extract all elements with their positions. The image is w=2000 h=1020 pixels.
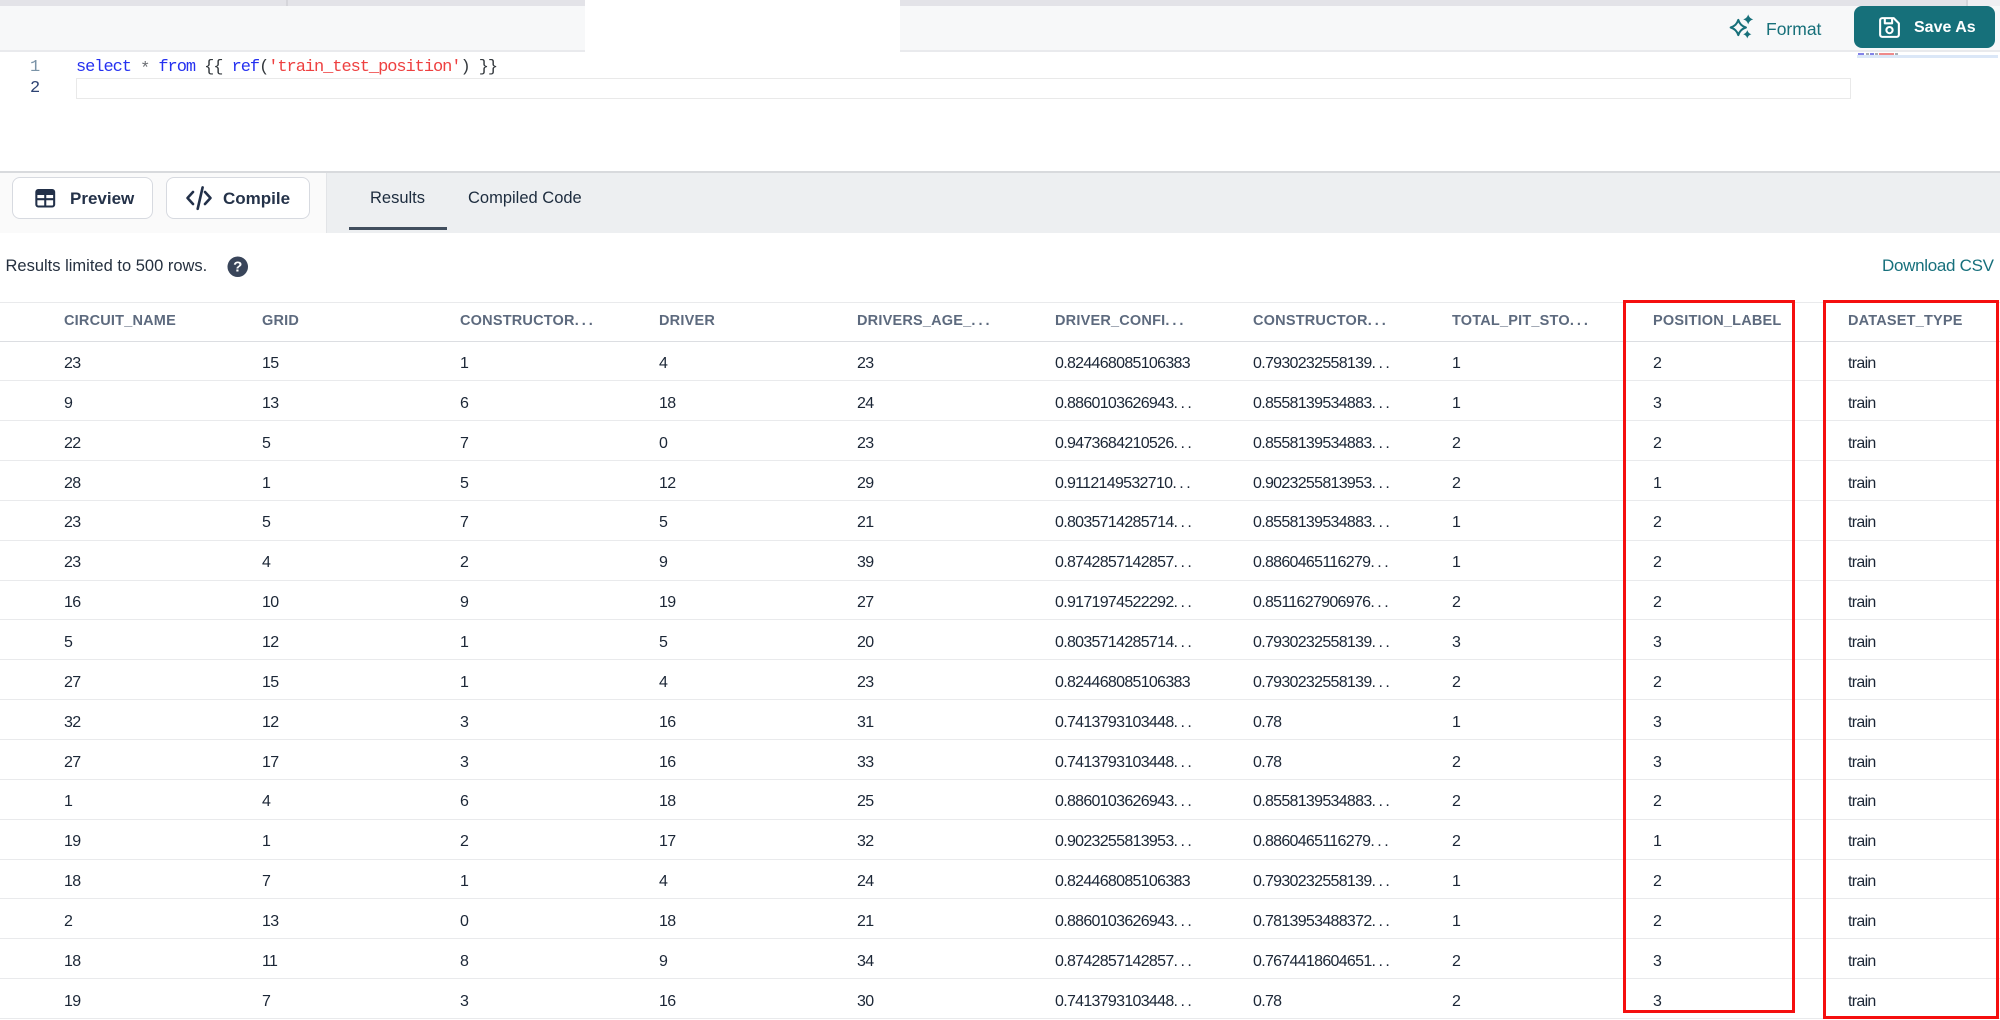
svg-text:?: ? [233, 259, 242, 276]
